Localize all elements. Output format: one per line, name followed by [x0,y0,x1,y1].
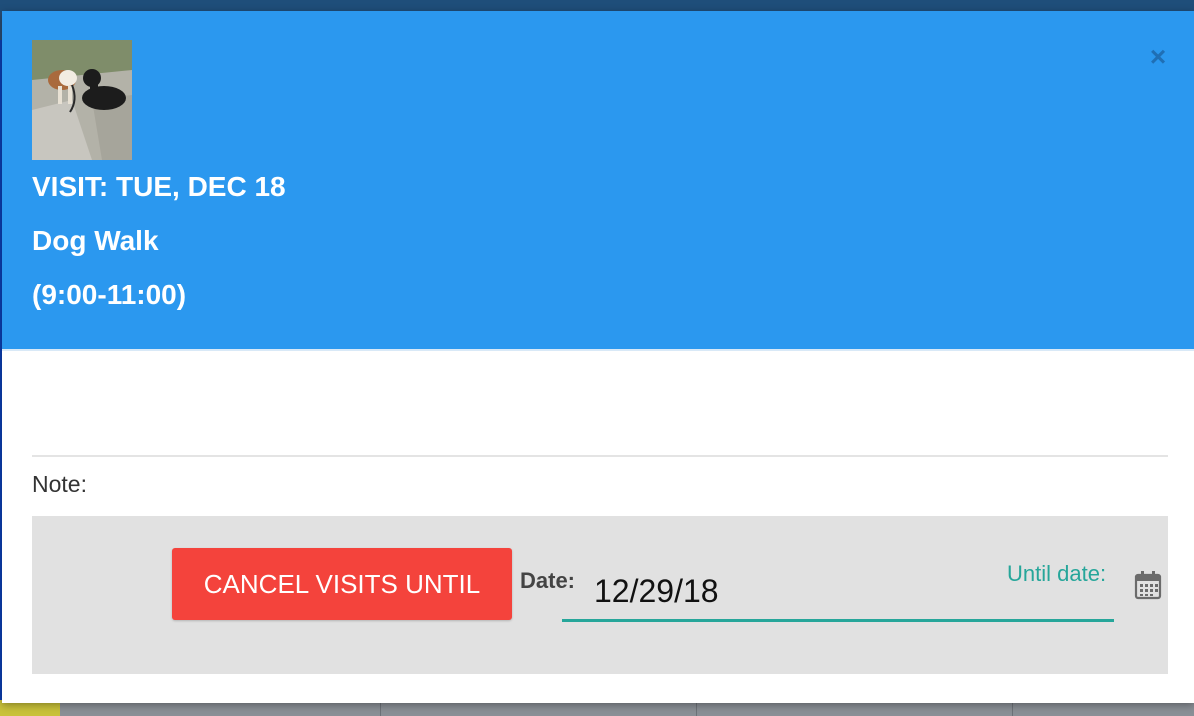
pet-photo-image [32,40,132,160]
until-date-label: Until date: [1007,561,1107,586]
close-icon[interactable]: × [1145,43,1171,71]
cancel-visits-until-button[interactable]: CANCEL VISITS UNTIL [172,548,512,620]
note-label: Note: [32,471,87,497]
time-window: (9:00-11:00) [32,279,187,310]
modal-header: VISIT: TUE, DEC 18 Dog Walk (9:00-11:00)… [2,11,1194,351]
divider [32,455,1168,457]
calendar-icon[interactable] [1133,569,1163,601]
visit-title: VISIT: TUE, DEC 18 [32,171,286,202]
cancel-visits-panel: CANCEL VISITS UNTIL Date: Until date: [32,516,1168,674]
visit-modal: VISIT: TUE, DEC 18 Dog Walk (9:00-11:00)… [2,11,1194,703]
pet-photo [32,40,132,160]
service-name: Dog Walk [32,225,159,256]
